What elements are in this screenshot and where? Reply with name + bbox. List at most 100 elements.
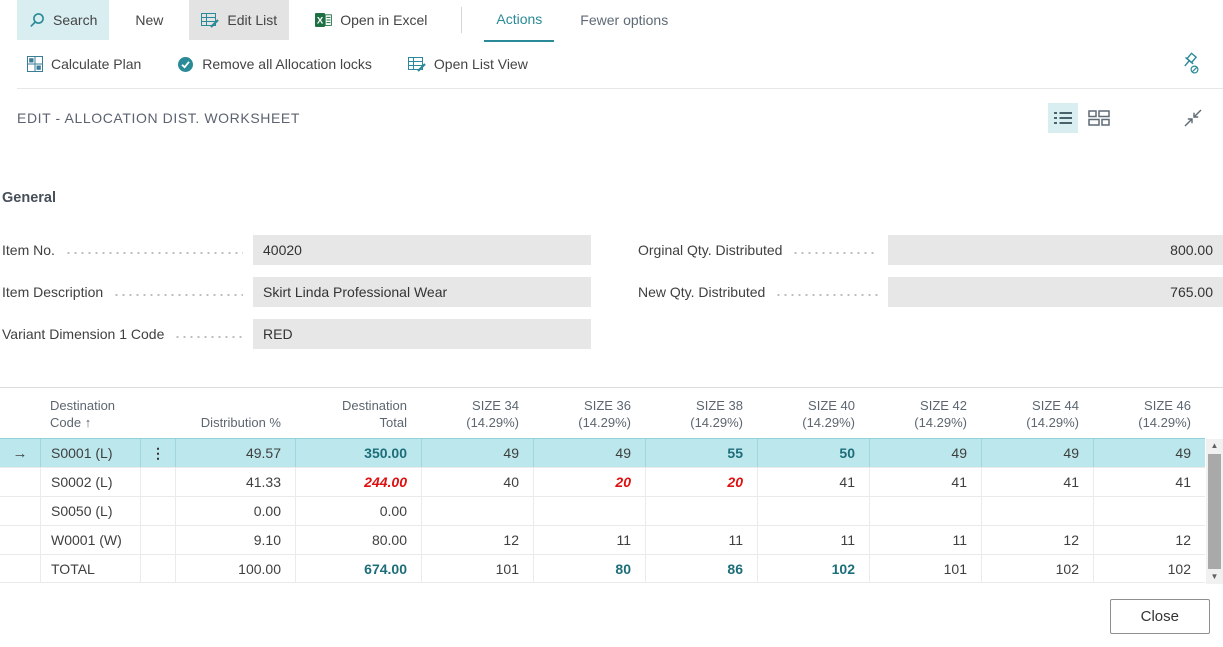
column-header-size-34[interactable]: SIZE 34(14.29%) [421, 397, 533, 431]
variant-dimension-field[interactable]: RED [253, 319, 591, 349]
grid-cell[interactable]: 101 [869, 555, 981, 582]
fewer-options-button[interactable]: Fewer options [568, 0, 680, 40]
row-menu-icon[interactable] [140, 468, 175, 496]
destination-code-cell[interactable]: S0001 (L) [40, 439, 140, 467]
item-description-field[interactable]: Skirt Linda Professional Wear [253, 277, 591, 307]
excel-icon: X [315, 12, 332, 28]
grid-cell[interactable]: 674.00 [295, 555, 421, 582]
grid-cell[interactable]: 100.00 [175, 555, 295, 582]
grid-cell[interactable]: 49 [421, 439, 533, 467]
column-header-size-36[interactable]: SIZE 36(14.29%) [533, 397, 645, 431]
edit-list-button[interactable]: Edit List [189, 0, 289, 40]
item-no-field[interactable]: 40020 [253, 235, 591, 265]
grid-cell[interactable] [869, 497, 981, 525]
grid-cell[interactable]: 55 [645, 439, 757, 467]
column-header-destination-total[interactable]: DestinationTotal [295, 397, 421, 431]
destination-code-cell[interactable]: S0050 (L) [40, 497, 140, 525]
cards-view-icon[interactable] [1084, 103, 1114, 133]
grid-cell[interactable] [757, 497, 869, 525]
scroll-down-icon[interactable]: ▼ [1211, 570, 1219, 584]
grid-cell[interactable]: 0.00 [175, 497, 295, 525]
grid-cell[interactable]: 41 [869, 468, 981, 496]
table-row: W0001 (W)9.1080.0012111111111212 [0, 525, 1205, 554]
grid-cell[interactable]: 12 [421, 526, 533, 554]
grid-cell[interactable]: 49 [1093, 439, 1205, 467]
grid-cell[interactable]: 49 [869, 439, 981, 467]
row-menu-icon[interactable] [140, 526, 175, 554]
destination-code-cell[interactable]: TOTAL [40, 555, 140, 582]
calculate-plan-button[interactable]: Calculate Plan [27, 56, 141, 72]
variant-dimension-label: Variant Dimension 1 Code [0, 326, 164, 342]
grid-cell[interactable]: 12 [981, 526, 1093, 554]
open-in-excel-button[interactable]: X Open in Excel [303, 0, 439, 40]
scrollbar-thumb[interactable] [1208, 454, 1221, 569]
new-button[interactable]: New [123, 0, 175, 40]
grid-cell[interactable]: 49 [533, 439, 645, 467]
grid-cell[interactable]: 80.00 [295, 526, 421, 554]
column-header-destination-code[interactable]: DestinationCode ↑ [40, 397, 140, 431]
destination-code-cell[interactable]: S0002 (L) [40, 468, 140, 496]
grid-cell[interactable]: 20 [645, 468, 757, 496]
scroll-up-icon[interactable]: ▲ [1211, 439, 1219, 453]
grid-cell[interactable] [645, 497, 757, 525]
column-header-size-46[interactable]: SIZE 46(14.29%) [1093, 397, 1205, 431]
grid-cell[interactable]: 40 [421, 468, 533, 496]
grid-cell[interactable] [1093, 497, 1205, 525]
destination-code-cell[interactable]: W0001 (W) [40, 526, 140, 554]
original-qty-field[interactable]: 800.00 [888, 235, 1223, 265]
column-header-size-38[interactable]: SIZE 38(14.29%) [645, 397, 757, 431]
grid-cell[interactable]: 49 [981, 439, 1093, 467]
actions-menu[interactable]: Actions [484, 2, 554, 42]
grid-cell[interactable]: 244.00 [295, 468, 421, 496]
page-title: EDIT - ALLOCATION DIST. WORKSHEET [17, 110, 1048, 126]
new-label: New [135, 12, 163, 28]
column-header-distribution-pct[interactable]: Distribution % [175, 414, 295, 431]
grid-cell[interactable]: 12 [1093, 526, 1205, 554]
column-header-size-40[interactable]: SIZE 40(14.29%) [757, 397, 869, 431]
grid-cell[interactable]: 102 [981, 555, 1093, 582]
grid-cell[interactable] [981, 497, 1093, 525]
page-header: EDIT - ALLOCATION DIST. WORKSHEET [0, 89, 1223, 146]
open-list-view-button[interactable]: Open List View [408, 56, 528, 72]
grid-cell[interactable]: 49.57 [175, 439, 295, 467]
grid-cell[interactable]: 41 [981, 468, 1093, 496]
row-marker-icon: → [0, 439, 40, 467]
grid-cell[interactable]: 9.10 [175, 526, 295, 554]
search-button[interactable]: Search [17, 0, 109, 40]
grid-cell[interactable]: 0.00 [295, 497, 421, 525]
table-row: S0002 (L)41.33244.0040202041414141 [0, 467, 1205, 496]
remove-allocation-locks-button[interactable]: Remove all Allocation locks [177, 56, 372, 73]
grid-cell[interactable]: 11 [533, 526, 645, 554]
grid-cell[interactable]: 86 [645, 555, 757, 582]
grid-cell[interactable]: 11 [869, 526, 981, 554]
grid-cell[interactable]: 350.00 [295, 439, 421, 467]
grid-cell[interactable]: 41 [757, 468, 869, 496]
grid-cell[interactable]: 101 [421, 555, 533, 582]
list-view-icon[interactable] [1048, 103, 1078, 133]
grid-cell[interactable]: 11 [645, 526, 757, 554]
original-qty-label: Orginal Qty. Distributed [636, 242, 782, 258]
grid-cell[interactable]: 20 [533, 468, 645, 496]
row-menu-icon[interactable]: ⋮ [140, 439, 175, 467]
grid-cell[interactable] [533, 497, 645, 525]
close-button[interactable]: Close [1110, 599, 1210, 634]
row-menu-icon[interactable] [140, 555, 175, 582]
grid-cell[interactable] [421, 497, 533, 525]
new-qty-field[interactable]: 765.00 [888, 277, 1223, 307]
item-description-label: Item Description [0, 284, 103, 300]
grid-cell[interactable]: 50 [757, 439, 869, 467]
column-header-size-44[interactable]: SIZE 44(14.29%) [981, 397, 1093, 431]
row-menu-icon[interactable] [140, 497, 175, 525]
grid-cell[interactable]: 102 [1093, 555, 1205, 582]
grid-cell[interactable]: 102 [757, 555, 869, 582]
grid-cell[interactable]: 41 [1093, 468, 1205, 496]
pin-icon[interactable] [1179, 52, 1201, 76]
open-list-view-label: Open List View [434, 56, 528, 72]
grid-cell[interactable]: 11 [757, 526, 869, 554]
vertical-scrollbar[interactable]: ▲ ▼ [1206, 439, 1223, 584]
grid-cell[interactable]: 41.33 [175, 468, 295, 496]
grid-cell[interactable]: 80 [533, 555, 645, 582]
collapse-icon[interactable] [1180, 105, 1206, 131]
open-list-view-icon [408, 57, 426, 72]
column-header-size-42[interactable]: SIZE 42(14.29%) [869, 397, 981, 431]
